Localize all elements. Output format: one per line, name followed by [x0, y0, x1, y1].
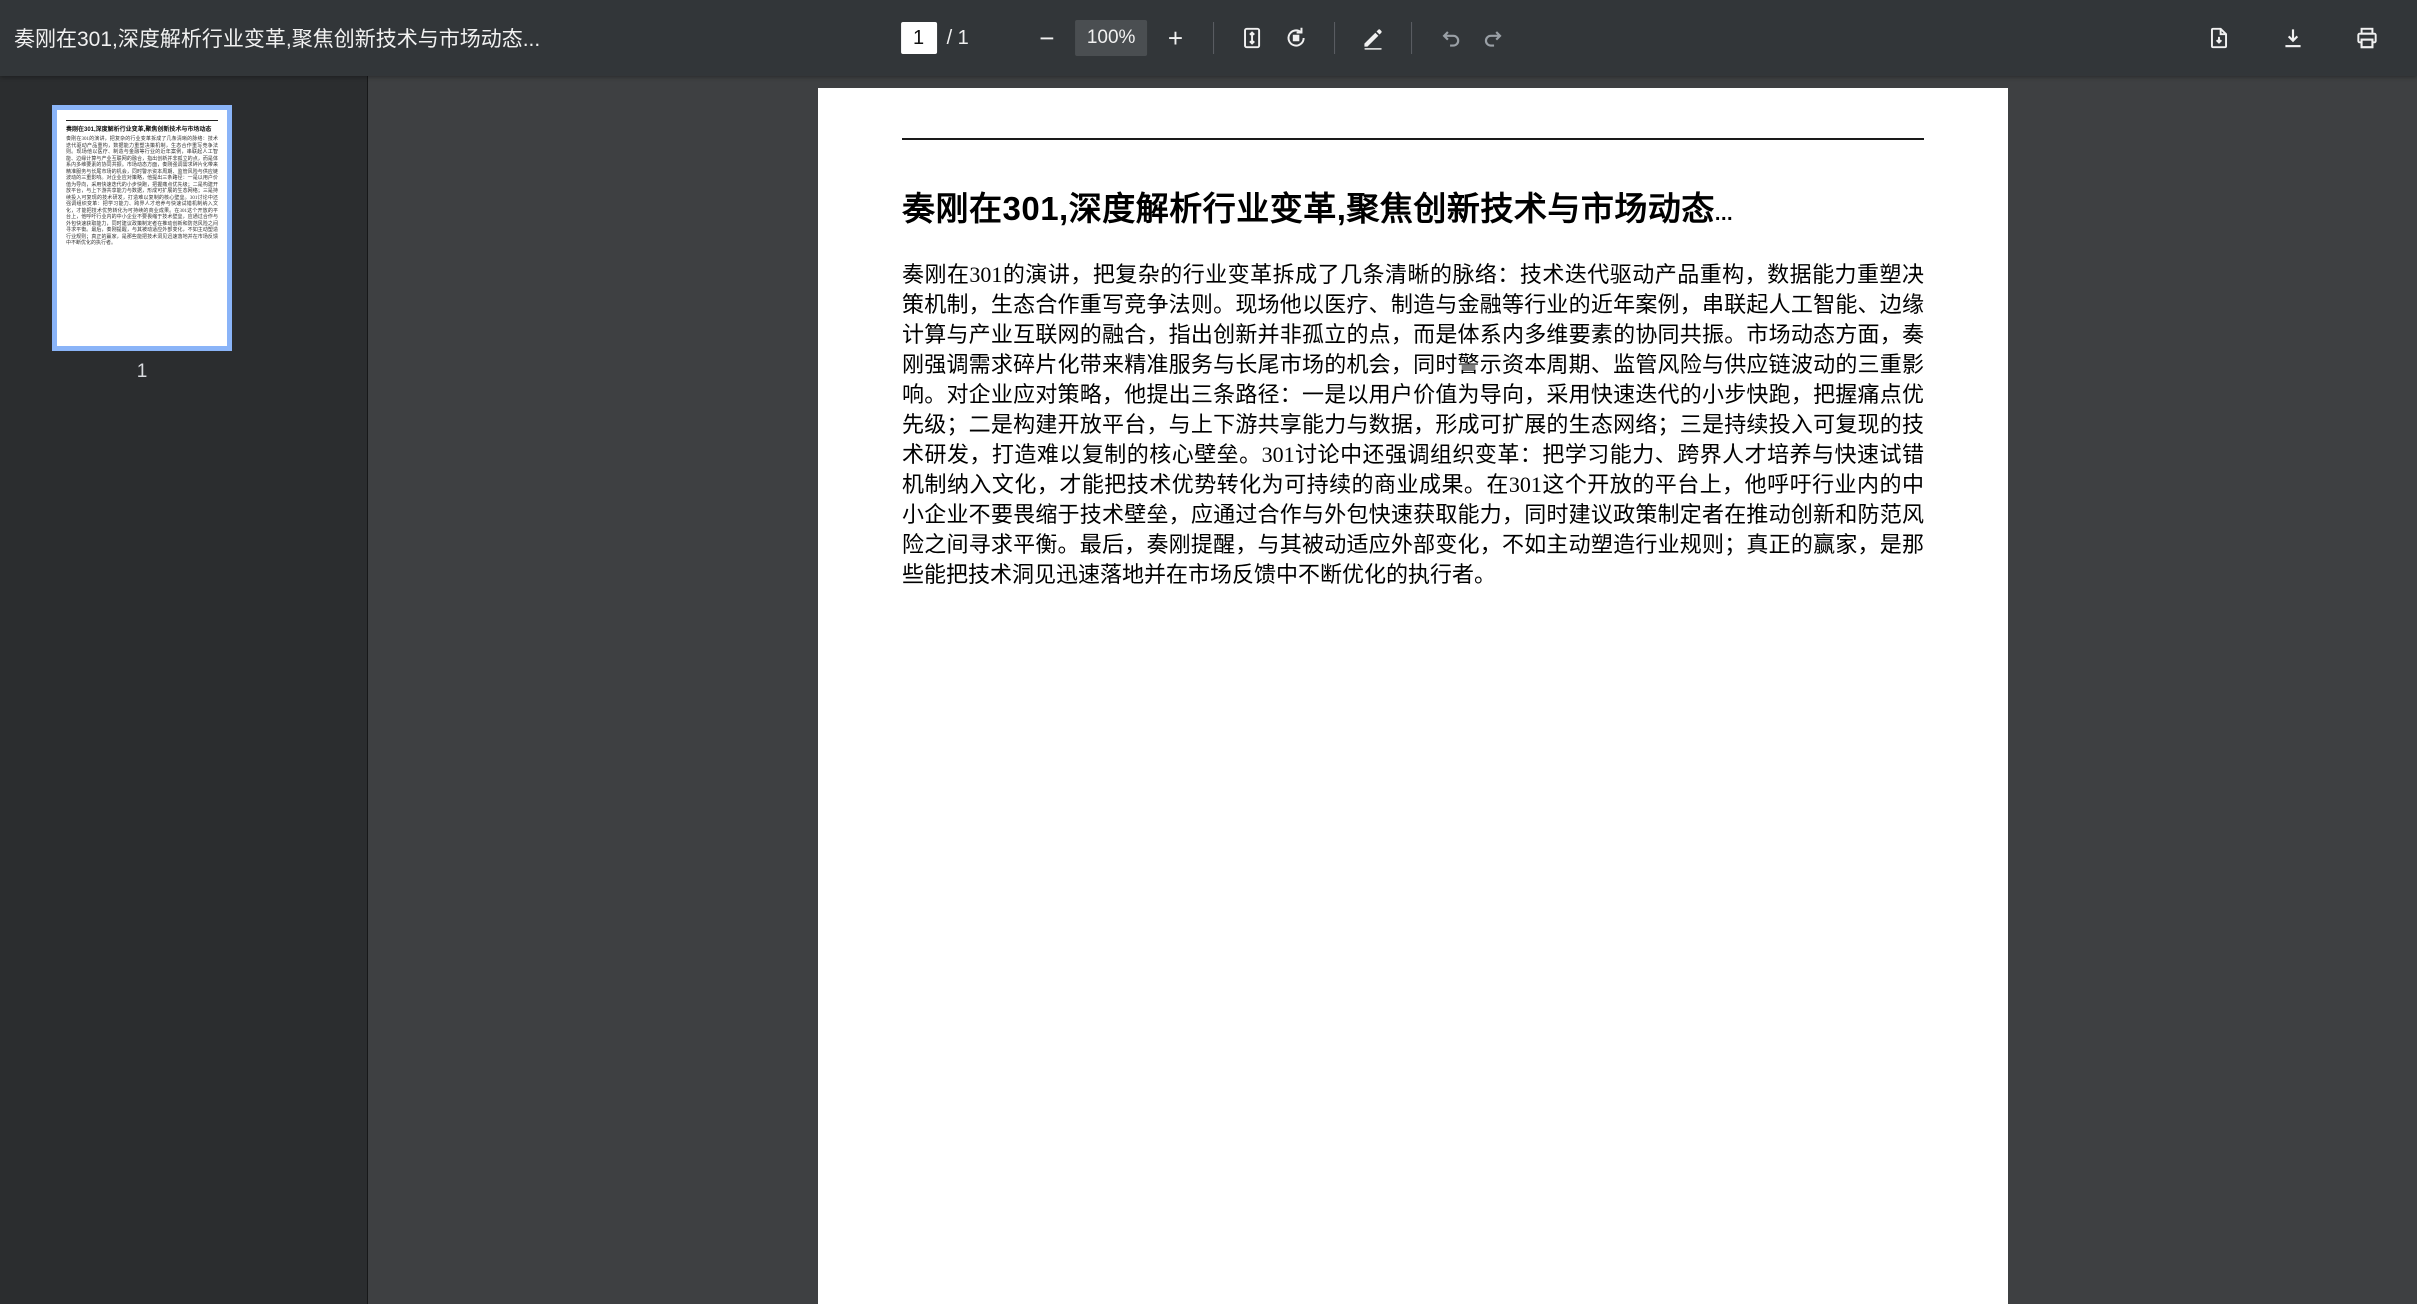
document-heading-text: 奏刚在301,深度解析行业变革,聚焦创新技术与市场动态: [902, 190, 1715, 227]
rotate-button[interactable]: [1274, 16, 1318, 60]
toolbar-center: / 1 − 100% +: [900, 0, 1517, 76]
download-icon: [2280, 25, 2306, 51]
thumbnail-page-number: 1: [136, 361, 148, 382]
save-file-button[interactable]: [2197, 16, 2241, 60]
document-body-paragraph: 奏刚在301的演讲，把复杂的行业变革拆成了几条清晰的脉络：技术迭代驱动产品重构，…: [902, 262, 1924, 587]
redo-icon: [1481, 25, 1507, 51]
thumbnail-title-text: 奏刚在301,深度解析行业变革,聚焦创新技术与市场动态: [66, 120, 218, 133]
annotate-pen-icon: [1360, 25, 1386, 51]
page-number-input[interactable]: [900, 22, 937, 54]
page-thumbnail-1[interactable]: 奏刚在301,深度解析行业变革,聚焦创新技术与市场动态 奏刚在301的演讲，把复…: [52, 105, 232, 351]
rotate-icon: [1283, 25, 1309, 51]
toolbar-divider: [1334, 22, 1336, 54]
thumbnail-sidebar: 奏刚在301,深度解析行业变革,聚焦创新技术与市场动态 奏刚在301的演讲，把复…: [0, 76, 368, 1304]
thumbnail-body-text: 奏刚在301的演讲，把复杂的行业变革拆成了几条清晰的脉络：技术迭代驱动产品重构，…: [66, 137, 218, 246]
page-total-label: / 1: [946, 26, 969, 49]
download-button[interactable]: [2271, 16, 2315, 60]
pdf-viewer-canvas[interactable]: 奏刚在301,深度解析行业变革,聚焦创新技术与市场动态... 奏刚在301的演讲…: [369, 76, 2417, 1304]
zoom-level-display[interactable]: 100%: [1074, 20, 1148, 56]
print-button[interactable]: [2345, 16, 2389, 60]
toolbar-right: [2197, 16, 2417, 60]
zoom-out-button[interactable]: −: [1025, 16, 1069, 60]
undo-icon: [1437, 25, 1463, 51]
document-heading: 奏刚在301,深度解析行业变革,聚焦创新技术与市场动态...: [902, 182, 1924, 230]
title-rule: [902, 138, 1924, 140]
annotate-button[interactable]: [1351, 16, 1395, 60]
toolbar-divider: [1411, 22, 1413, 54]
document-heading-ellipsis: ...: [1714, 203, 1734, 225]
zoom-in-button[interactable]: +: [1153, 16, 1197, 60]
pdf-page-1: 奏刚在301,深度解析行业变革,聚焦创新技术与市场动态... 奏刚在301的演讲…: [818, 88, 2008, 1304]
toolbar-divider: [1213, 22, 1215, 54]
thumbnail-content: 奏刚在301,深度解析行业变革,聚焦创新技术与市场动态 奏刚在301的演讲，把复…: [57, 110, 227, 258]
print-icon: [2354, 25, 2380, 51]
undo-button[interactable]: [1428, 16, 1472, 60]
document-title-toolbar: 奏刚在301,深度解析行业变革,聚焦创新技术与市场动态...: [14, 28, 541, 51]
fit-to-page-button[interactable]: [1230, 16, 1274, 60]
pdf-toolbar: 奏刚在301,深度解析行业变革,聚焦创新技术与市场动态... / 1 − 100…: [0, 0, 2417, 76]
redo-button[interactable]: [1472, 16, 1516, 60]
save-file-icon: [2206, 25, 2232, 51]
fit-to-page-icon: [1239, 25, 1265, 51]
